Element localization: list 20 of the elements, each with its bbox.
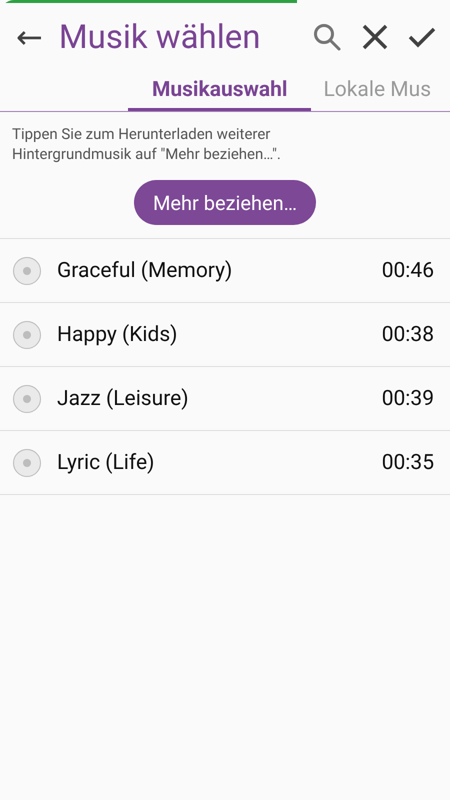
back-button[interactable]: ← xyxy=(12,21,47,53)
track-duration: 00:35 xyxy=(382,450,434,474)
track-name: Lyric (Life) xyxy=(57,450,156,474)
track-name: Graceful (Memory) xyxy=(57,258,234,282)
track-duration: 00:39 xyxy=(382,386,434,410)
track-duration: 00:46 xyxy=(382,258,434,282)
more-button[interactable]: Mehr beziehen… xyxy=(134,180,316,225)
search-icon[interactable] xyxy=(312,22,342,52)
radio-button[interactable] xyxy=(13,320,41,348)
hint-text: Tippen Sie zum Herunterladen weiterer Hintergrundmusik auf "Mehr beziehen…". xyxy=(12,124,282,164)
check-icon[interactable] xyxy=(408,26,436,48)
close-icon[interactable] xyxy=(362,24,388,50)
radio-button[interactable] xyxy=(13,256,41,284)
radio-button[interactable] xyxy=(13,448,41,476)
radio-button[interactable] xyxy=(13,384,41,412)
track-name: Jazz (Leisure) xyxy=(57,386,190,410)
tab[interactable]: Musikauswahl xyxy=(128,71,312,111)
track-name: Happy (Kids) xyxy=(57,322,178,346)
window-title: Musik wählen xyxy=(58,18,262,56)
track-duration: 00:38 xyxy=(382,322,434,346)
